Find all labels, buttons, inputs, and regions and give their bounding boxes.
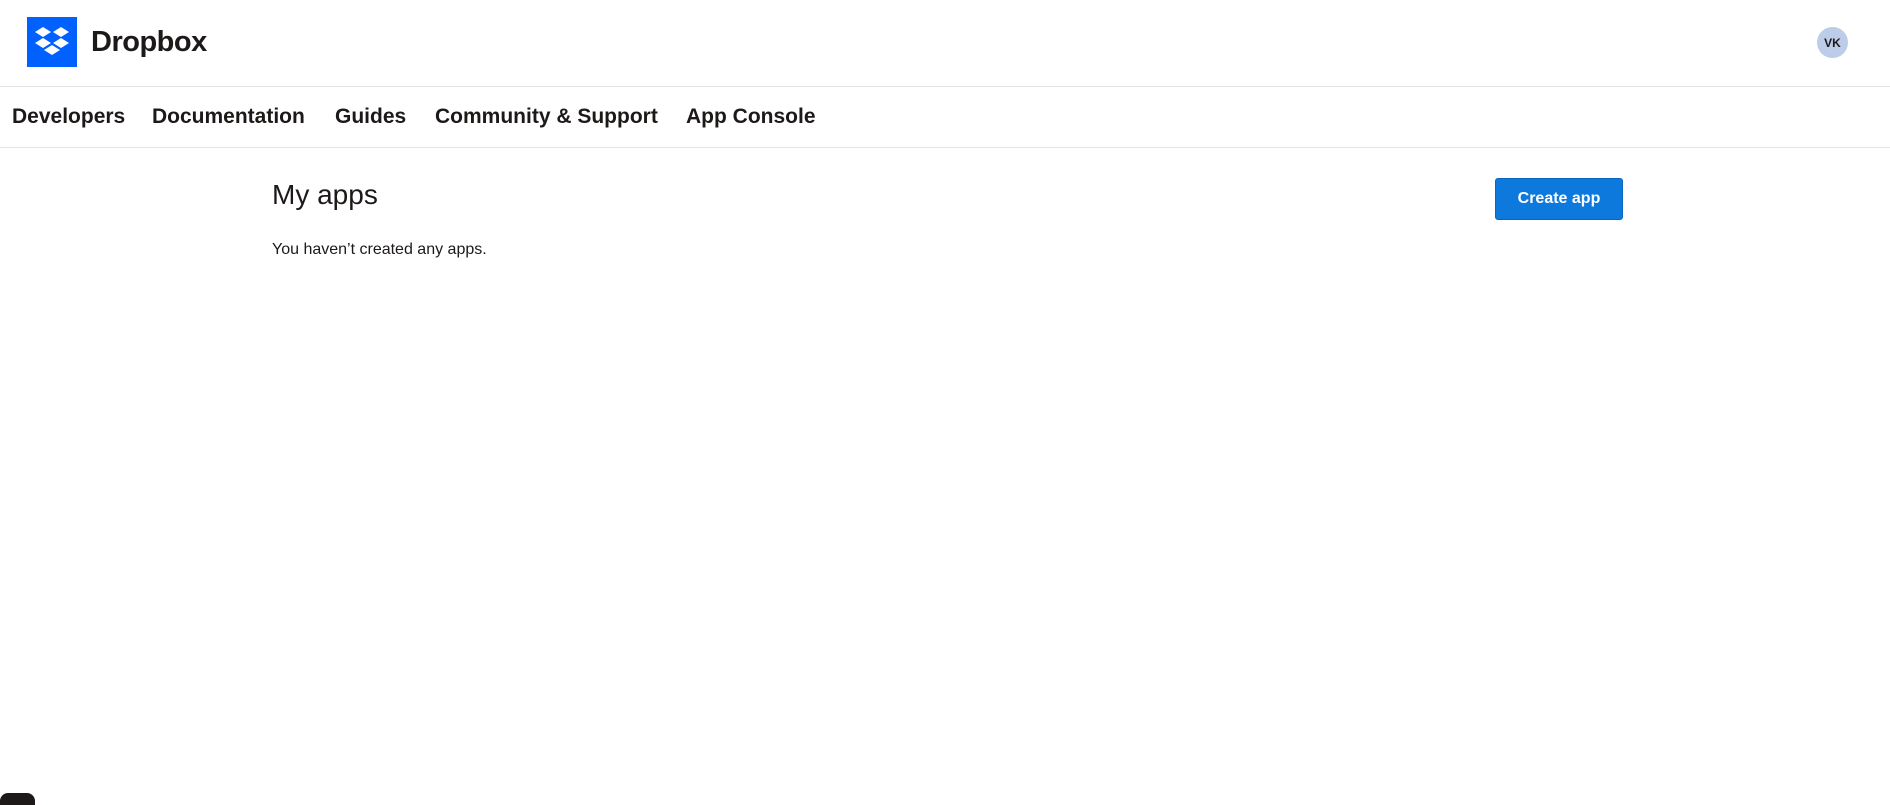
nav-documentation[interactable]: Documentation: [152, 105, 305, 129]
user-avatar[interactable]: VK: [1817, 27, 1848, 58]
dropbox-logo-icon: [27, 17, 77, 67]
top-bar: Dropbox VK: [0, 0, 1890, 87]
brand-name: Dropbox: [91, 25, 207, 58]
nav-app-console[interactable]: App Console: [686, 105, 816, 129]
corner-widget[interactable]: [0, 793, 35, 805]
nav-community-support[interactable]: Community & Support: [435, 105, 658, 129]
nav-developers[interactable]: Developers: [12, 105, 125, 129]
nav-guides[interactable]: Guides: [335, 105, 406, 129]
create-app-button[interactable]: Create app: [1495, 178, 1623, 220]
developer-nav: Developers Documentation Guides Communit…: [0, 88, 1890, 148]
dropbox-home-link[interactable]: Dropbox: [27, 17, 207, 67]
page-title: My apps: [272, 179, 378, 210]
empty-state-message: You haven’t created any apps.: [272, 241, 487, 258]
